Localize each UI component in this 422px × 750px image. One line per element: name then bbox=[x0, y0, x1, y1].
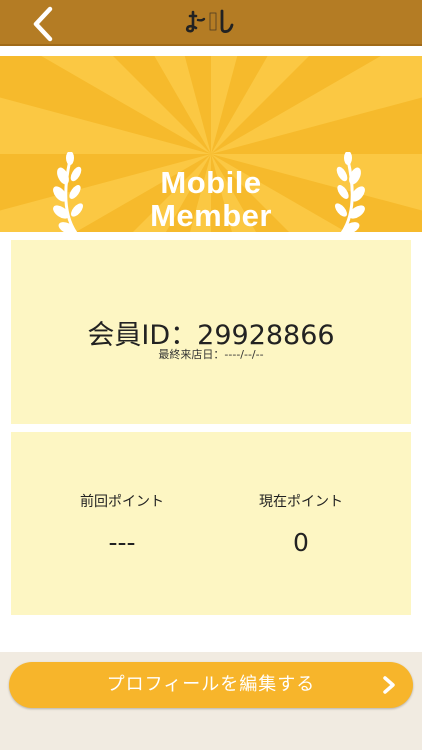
current-points-value: 0 bbox=[293, 528, 309, 557]
member-id-card: 会員ID：29928866 最終来店日：----/--/-- bbox=[11, 240, 411, 424]
banner-title: Mobile Member bbox=[0, 166, 422, 232]
previous-points-value: --- bbox=[108, 528, 136, 557]
mobile-member-banner: Mobile Member bbox=[0, 56, 422, 232]
app-header bbox=[0, 0, 422, 46]
current-points-label: 現在ポイント bbox=[259, 494, 343, 510]
previous-points-label: 前回ポイント bbox=[80, 494, 164, 510]
edit-profile-label: プロフィールを編集する bbox=[106, 674, 316, 695]
banner-title-line2: Member bbox=[150, 198, 272, 232]
back-chevron-icon[interactable] bbox=[26, 6, 62, 42]
edit-profile-button[interactable]: プロフィールを編集する bbox=[9, 662, 413, 708]
last-visit-date: 最終来店日：----/--/-- bbox=[158, 348, 264, 361]
points-card: 前回ポイント --- 現在ポイント 0 bbox=[11, 432, 411, 615]
banner-title-line1: Mobile bbox=[160, 165, 262, 200]
previous-points: 前回ポイント --- bbox=[22, 490, 222, 557]
chevron-right-icon bbox=[383, 676, 395, 694]
current-points: 現在ポイント 0 bbox=[201, 490, 401, 557]
brand-logo bbox=[185, 9, 234, 33]
